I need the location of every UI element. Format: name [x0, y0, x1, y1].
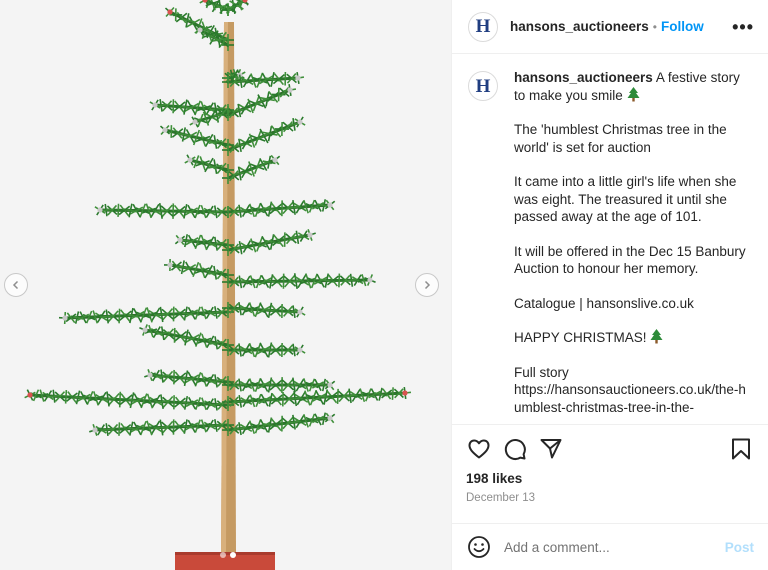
previous-slide-button[interactable] — [4, 273, 28, 297]
caption-paragraph: It came into a little girl's life when s… — [514, 174, 741, 224]
caption-full-story: Full story https://hansonsauctioneers.co.… — [514, 364, 752, 417]
actions-section: 198 likes December 13 — [452, 424, 768, 523]
heart-icon — [468, 439, 490, 459]
story-link[interactable]: https://hansonsauctioneers.co.uk/the-hum… — [514, 382, 746, 415]
save-button[interactable] — [728, 436, 754, 462]
post-media — [0, 0, 451, 570]
action-icons-row — [466, 425, 754, 473]
carousel-dots — [220, 552, 236, 558]
avatar[interactable]: H — [468, 11, 498, 42]
smiley-icon — [468, 536, 490, 558]
brand-logo-letter: H — [475, 16, 491, 37]
caption-happy-christmas: HAPPY CHRISTMAS! — [514, 329, 752, 347]
more-options-icon[interactable]: ••• — [732, 18, 754, 36]
comment-button[interactable] — [502, 436, 528, 462]
separator-dot: • — [652, 19, 657, 34]
comment-icon — [504, 439, 526, 460]
comment-bar: Post — [452, 523, 768, 570]
caption-paragraph: HAPPY CHRISTMAS! — [514, 330, 647, 345]
brand-logo-letter: H — [475, 75, 491, 97]
post-date: December 13 — [466, 492, 536, 504]
caption-paragraph: Catalogue | hansonslive.co.uk — [514, 295, 694, 311]
share-button[interactable] — [538, 436, 564, 462]
likes-count[interactable]: 198 likes — [466, 471, 754, 486]
post-side-panel: H hansons_auctioneers • Follow ••• H han… — [451, 0, 768, 570]
emoji-button[interactable] — [466, 534, 492, 560]
chevron-left-icon — [12, 280, 19, 290]
caption-text: hansons_auctioneers A festive story to m… — [514, 69, 752, 424]
christmas-tree-emoji-icon — [627, 86, 640, 101]
christmas-tree-emoji-icon — [650, 329, 663, 344]
full-story-label: Full story — [514, 364, 569, 380]
post-header: H hansons_auctioneers • Follow ••• — [452, 0, 768, 54]
caption-paragraph: It will be offered in the Dec 15 Banbury… — [514, 243, 749, 277]
christmas-tree-photo — [0, 0, 451, 570]
follow-button[interactable]: Follow — [661, 19, 704, 34]
header-username[interactable]: hansons_auctioneers — [510, 19, 649, 34]
post-comment-button[interactable]: Post — [725, 540, 754, 555]
carousel-dot — [230, 552, 236, 558]
caption-username[interactable]: hansons_auctioneers — [514, 70, 653, 85]
bookmark-icon — [732, 438, 750, 460]
carousel-dot — [220, 552, 226, 558]
chevron-right-icon — [424, 280, 431, 290]
like-button[interactable] — [466, 436, 492, 462]
next-slide-button[interactable] — [415, 273, 439, 297]
comment-input[interactable] — [504, 539, 725, 555]
paper-plane-icon — [540, 439, 562, 459]
caption-intro: hansons_auctioneers A festive story to m… — [514, 69, 752, 104]
caption-avatar[interactable]: H — [468, 71, 498, 101]
caption-paragraph: The 'humblest Christmas tree in the worl… — [514, 122, 731, 155]
caption-section: H hansons_auctioneers A festive story to… — [452, 55, 768, 424]
